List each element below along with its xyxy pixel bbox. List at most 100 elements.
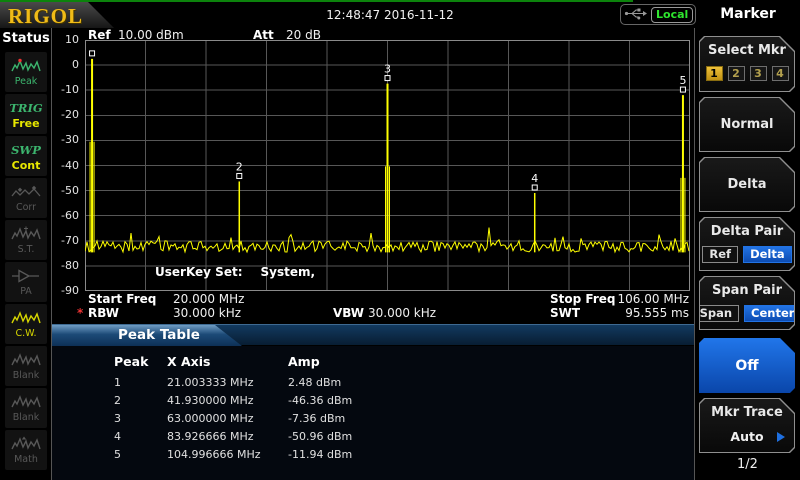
peak-table-cell: 3	[114, 412, 164, 425]
wave-icon	[11, 352, 41, 369]
y-axis-tick: -30	[50, 134, 79, 146]
status-item-st: S.T.	[5, 220, 47, 260]
local-mode-badge: Local	[651, 7, 693, 23]
status-item-label: Corr	[16, 202, 36, 213]
marker-1-box[interactable]: 1	[706, 66, 723, 81]
marker-2-box[interactable]: 2	[728, 66, 745, 81]
mkr-trace-label: Mkr Trace	[700, 405, 794, 420]
status-icon-list: PeakTRIGFreeSWPContCorrS.T.PAC.W.BlankBl…	[5, 52, 47, 472]
rigol-logo-plate: RIGOL	[0, 2, 114, 28]
start-freq-value: 20.000 MHz	[173, 292, 244, 306]
softkey-mkr-trace[interactable]: Mkr Trace Auto	[699, 398, 795, 453]
softkey-span-pair[interactable]: Span Pair Span Center	[699, 276, 795, 330]
peak-table-cell: 1	[114, 376, 164, 389]
status-item-swp: SWPCont	[5, 136, 47, 176]
normal-label: Normal	[721, 117, 774, 132]
wave-peak-icon	[11, 58, 41, 75]
peak-table-title: Peak Table	[118, 327, 200, 343]
status-item-label: S.T.	[18, 244, 35, 255]
vbw-value: 30.000 kHz	[368, 306, 436, 320]
wave-st-icon	[11, 226, 41, 243]
y-axis-tick: -60	[50, 210, 79, 222]
userkey-value: System,	[261, 265, 316, 279]
col-header-amp: Amp	[288, 354, 428, 369]
y-axis-tick: -40	[50, 160, 79, 172]
peak-table: Peak X Axis Amp 121.003333 MHz2.48 dBm24…	[52, 346, 694, 480]
softkey-select-mkr[interactable]: Select Mkr 1 2 3 4	[699, 36, 795, 92]
status-item-math: Math	[5, 430, 47, 470]
span-pair-center-option[interactable]: Center	[744, 305, 800, 322]
marker-5-label: 5	[679, 74, 686, 87]
status-item-blank1: Blank	[5, 346, 47, 386]
stop-freq-value: 106.00 MHz	[618, 292, 689, 306]
softkey-delta-pair[interactable]: Delta Pair Ref Delta	[699, 217, 795, 271]
marker-4-label: 4	[531, 172, 538, 185]
delta-pair-label: Delta Pair	[700, 224, 794, 239]
status-item-cw: C.W.	[5, 304, 47, 344]
peak-table-cell: 2.48 dBm	[288, 376, 428, 389]
marker-3-label: 3	[384, 63, 391, 76]
status-item-label: Peak	[15, 76, 38, 87]
marker-3-box[interactable]: 3	[750, 66, 767, 81]
marker-4-box[interactable]: 4	[772, 66, 789, 81]
status-item-label: Math	[14, 454, 38, 465]
peak-table-header-bar: Peak Table	[52, 324, 694, 345]
status-panel-title: Status	[0, 31, 52, 46]
status-item-label: Blank	[13, 370, 40, 381]
delta-pair-delta-option[interactable]: Delta	[743, 246, 792, 263]
menu-page-indicator: 1/2	[695, 457, 800, 472]
menu-title: Marker	[696, 6, 800, 22]
status-item-label: Blank	[13, 412, 40, 423]
trig-mode-text: TRIG	[9, 100, 42, 117]
peak-table-cell: -7.36 dBm	[288, 412, 428, 425]
softkey-normal[interactable]: Normal	[699, 97, 795, 152]
status-item-blank2: Blank	[5, 388, 47, 428]
y-axis-tick: -10	[50, 84, 79, 96]
span-pair-group: Span Center	[700, 305, 794, 322]
frequency-row: Start Freq 20.000 MHz Stop Freq 106.00 M…	[85, 292, 691, 305]
rbw-value: 30.000 kHz	[173, 306, 241, 320]
peak-table-cell: 5	[114, 448, 164, 461]
span-pair-label: Span Pair	[700, 283, 794, 298]
top-status-bar: RIGOL 12:48:47 2016-11-12 Local Marker	[0, 0, 800, 28]
marker-1-symbol	[90, 51, 95, 56]
y-axis-tick: 0	[50, 59, 79, 71]
delta-pair-ref-option[interactable]: Ref	[702, 246, 738, 263]
submenu-arrow-icon	[777, 432, 785, 442]
userkey-message: UserKey Set:System,	[155, 265, 315, 279]
delta-label: Delta	[727, 177, 766, 192]
swt-value: 95.555 ms	[625, 306, 689, 320]
stop-freq-label: Stop Freq	[550, 292, 615, 306]
wave-icon	[11, 394, 41, 411]
usb-icon	[624, 5, 648, 24]
softkey-delta[interactable]: Delta	[699, 157, 795, 212]
right-divider	[694, 28, 695, 480]
trace-canvas: 2 3 4 5	[85, 40, 690, 291]
peak-table-cell: 4	[114, 430, 164, 443]
marker-2-label: 2	[236, 160, 243, 173]
col-header-peak: Peak	[114, 354, 164, 369]
y-axis-tick: 10	[50, 34, 79, 46]
rigol-logo: RIGOL	[8, 4, 83, 29]
status-item-label: Cont	[12, 160, 41, 171]
top-green-line	[0, 0, 633, 2]
vbw-label: VBW	[333, 306, 364, 320]
status-item-peak: Peak	[5, 52, 47, 92]
span-pair-span-option[interactable]: Span	[693, 305, 739, 322]
status-item-pa: PA	[5, 262, 47, 302]
start-freq-label: Start Freq	[88, 292, 156, 306]
swt-label: SWT	[550, 306, 580, 320]
status-item-corr: Corr	[5, 178, 47, 218]
connection-status-box: Local	[620, 4, 696, 25]
rbw-label: RBW	[88, 306, 119, 320]
peak-table-cell: -50.96 dBm	[288, 430, 428, 443]
pa-icon	[11, 268, 41, 285]
y-axis-tick: -80	[50, 260, 79, 272]
softkey-off[interactable]: Off	[699, 338, 795, 393]
marker-5-symbol	[680, 87, 685, 92]
bandwidth-row: * RBW 30.000 kHz VBW 30.000 kHz SWT 95.5…	[85, 306, 691, 319]
wave-math-icon	[11, 436, 41, 453]
marker-2-symbol	[237, 173, 242, 178]
y-axis-tick: -90	[50, 285, 79, 297]
status-item-label: PA	[20, 286, 32, 297]
